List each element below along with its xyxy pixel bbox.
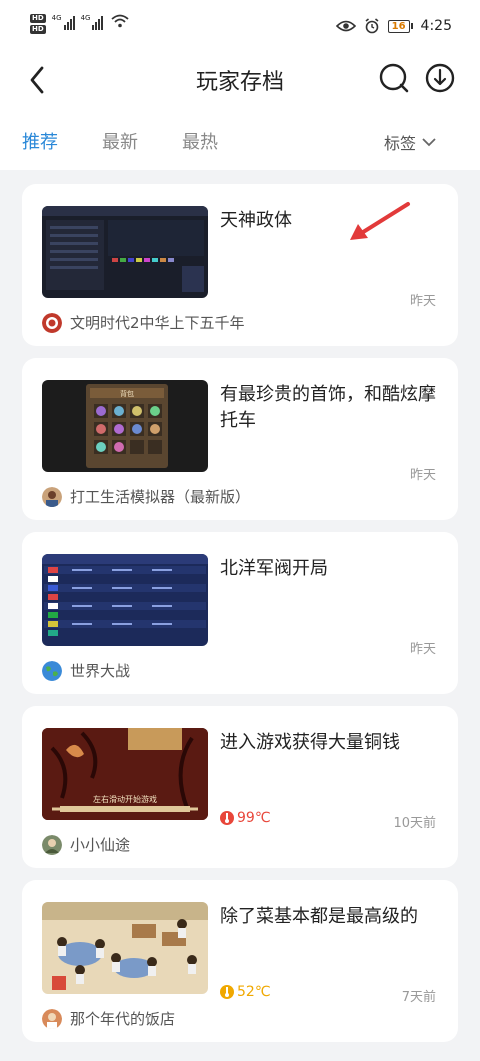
game-icon	[42, 834, 62, 855]
status-bar: HD HD 4G 4G 16 4:25	[0, 0, 480, 58]
eye-icon	[335, 20, 356, 32]
download-icon[interactable]	[424, 60, 456, 96]
tag-filter-label: 标签	[383, 134, 416, 153]
save-time: 昨天	[409, 642, 436, 657]
heat-badge: 52℃	[220, 984, 271, 1000]
wifi-icon	[111, 14, 130, 28]
tab-bar: 推荐 最新 最热 标签	[0, 114, 480, 170]
tag-filter-dropdown[interactable]: 标签	[384, 130, 436, 154]
game-link[interactable]: 文明时代2中华上下五千年	[42, 312, 245, 333]
heat-value: 99℃	[237, 810, 271, 826]
signal-icon: 4G	[52, 14, 75, 30]
save-thumbnail: 左右滑动开始游戏	[42, 728, 208, 820]
save-thumbnail	[42, 206, 208, 298]
save-card[interactable]: 除了菜基本都是最高级的 52℃ 7天前 那个年代的饭店	[22, 880, 458, 1042]
status-right: 16 4:25	[335, 18, 452, 34]
save-time: 昨天	[409, 294, 436, 309]
game-link[interactable]: 那个年代的饭店	[42, 1008, 175, 1029]
save-card[interactable]: 天神政体 昨天 文明时代2中华上下五千年	[22, 184, 458, 346]
game-link[interactable]: 世界大战	[42, 660, 130, 681]
network-label: 4G	[51, 14, 62, 22]
battery-level: 16	[391, 20, 406, 32]
alarm-icon	[365, 18, 379, 34]
heat-badge: 99℃	[220, 810, 271, 826]
tab-recommended[interactable]: 推荐	[22, 128, 58, 154]
chevron-down-icon	[422, 138, 436, 147]
game-name: 世界大战	[70, 662, 131, 680]
signal-icon: 4G	[81, 14, 104, 30]
hd-label: HD	[30, 14, 46, 23]
save-time: 7天前	[401, 990, 436, 1005]
game-name: 小小仙途	[70, 836, 131, 854]
save-card[interactable]: 背包 有最珍贵的首饰，和酷炫摩托车 昨天 打工生活模拟器（最新版）	[22, 358, 458, 520]
game-icon	[42, 486, 62, 507]
save-title: 除了菜基本都是最高级的	[220, 906, 418, 927]
start-game-banner: 左右滑动开始游戏	[93, 794, 157, 804]
network-label: 4G	[80, 14, 91, 22]
thermometer-icon	[220, 985, 234, 999]
game-name: 那个年代的饭店	[70, 1010, 176, 1028]
save-card[interactable]: 北洋军阀开局 昨天 世界大战	[22, 532, 458, 694]
thermometer-icon	[220, 811, 234, 825]
save-thumbnail: 背包	[42, 380, 208, 472]
globe-icon	[42, 660, 62, 681]
header-actions	[378, 60, 456, 96]
clock: 4:25	[420, 18, 452, 34]
hd-label: HD	[30, 25, 46, 34]
save-time: 昨天	[409, 468, 436, 483]
game-icon	[42, 1008, 62, 1029]
save-title: 进入游戏获得大量铜钱	[220, 732, 400, 753]
hd-indicator: HD HD	[30, 14, 46, 34]
game-icon	[42, 312, 62, 333]
game-name: 文明时代2中华上下五千年	[70, 314, 245, 332]
game-name: 打工生活模拟器（最新版）	[70, 488, 251, 506]
game-link[interactable]: 小小仙途	[42, 834, 130, 855]
game-link[interactable]: 打工生活模拟器（最新版）	[42, 486, 250, 507]
save-thumbnail	[42, 902, 208, 994]
save-time: 10天前	[393, 816, 436, 831]
save-title: 北洋军阀开局	[220, 558, 328, 579]
annotation-arrow-icon	[350, 202, 410, 240]
save-title: 有最珍贵的首饰，和酷炫摩托车	[220, 384, 436, 431]
save-card[interactable]: 左右滑动开始游戏 进入游戏获得大量铜钱 99℃ 10天前 小小仙途	[22, 706, 458, 868]
tab-latest[interactable]: 最新	[102, 128, 138, 154]
status-left: HD HD 4G 4G	[30, 14, 130, 34]
search-icon[interactable]	[378, 60, 410, 96]
battery-icon: 16	[387, 19, 413, 33]
heat-value: 52℃	[237, 984, 271, 1000]
app-header: 玩家存档	[0, 58, 480, 114]
save-thumbnail	[42, 554, 208, 646]
inventory-title: 背包	[120, 389, 134, 398]
tab-hottest[interactable]: 最热	[182, 128, 218, 154]
